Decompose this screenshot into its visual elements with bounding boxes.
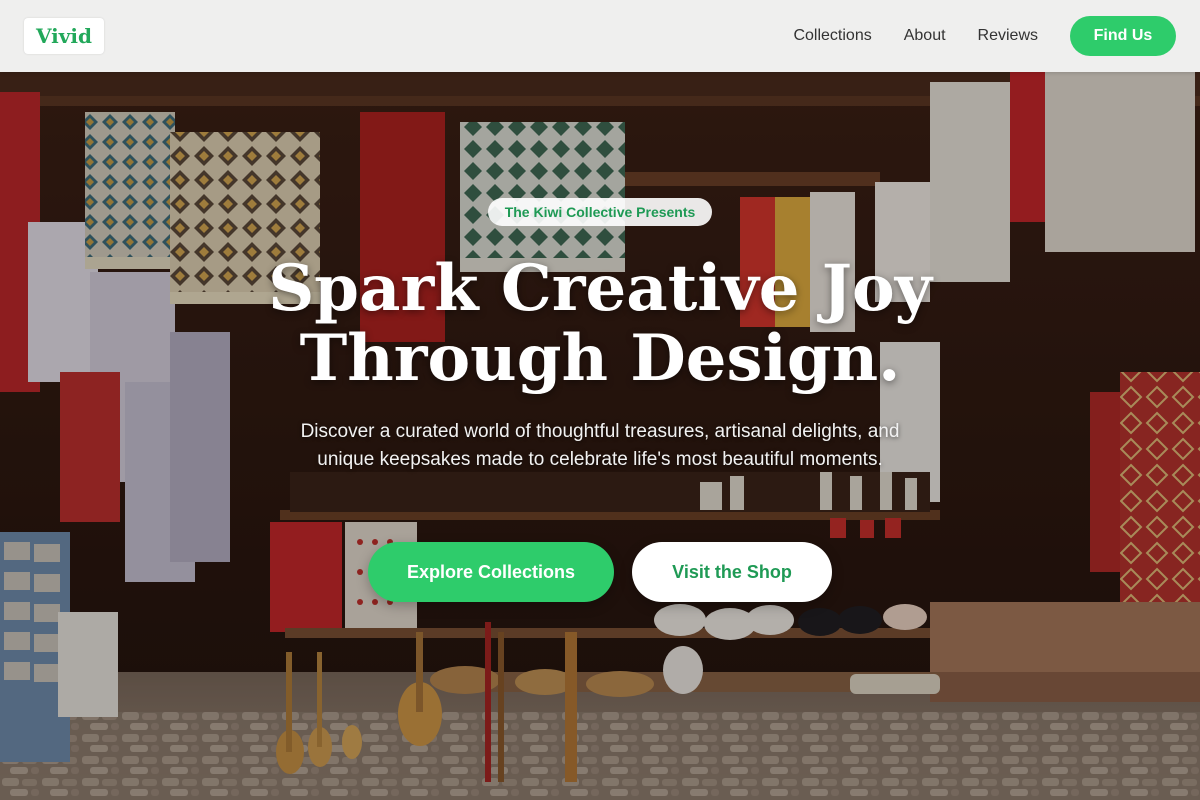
nav-link-collections[interactable]: Collections <box>793 27 871 45</box>
hero-badge: The Kiwi Collective Presents <box>488 198 712 226</box>
hero-headline-line-1: Spark Creative Joy <box>268 251 932 326</box>
hero-subtitle: Discover a curated world of thoughtful t… <box>300 421 900 470</box>
hero-section: The Kiwi Collective Presents Spark Creat… <box>0 72 1200 800</box>
main-nav: Collections About Reviews Find Us <box>793 16 1176 56</box>
hero-headline-line-2: Through Design. <box>299 321 901 396</box>
site-header: Vivid Collections About Reviews Find Us <box>0 0 1200 72</box>
explore-collections-button[interactable]: Explore Collections <box>368 542 614 602</box>
hero-headline: Spark Creative Joy Through Design. <box>150 254 1050 394</box>
find-us-button[interactable]: Find Us <box>1070 16 1176 56</box>
nav-link-about[interactable]: About <box>904 27 946 45</box>
hero-content: The Kiwi Collective Presents Spark Creat… <box>0 72 1200 800</box>
nav-link-reviews[interactable]: Reviews <box>978 27 1038 45</box>
logo[interactable]: Vivid <box>24 18 104 54</box>
visit-shop-button[interactable]: Visit the Shop <box>632 542 832 602</box>
